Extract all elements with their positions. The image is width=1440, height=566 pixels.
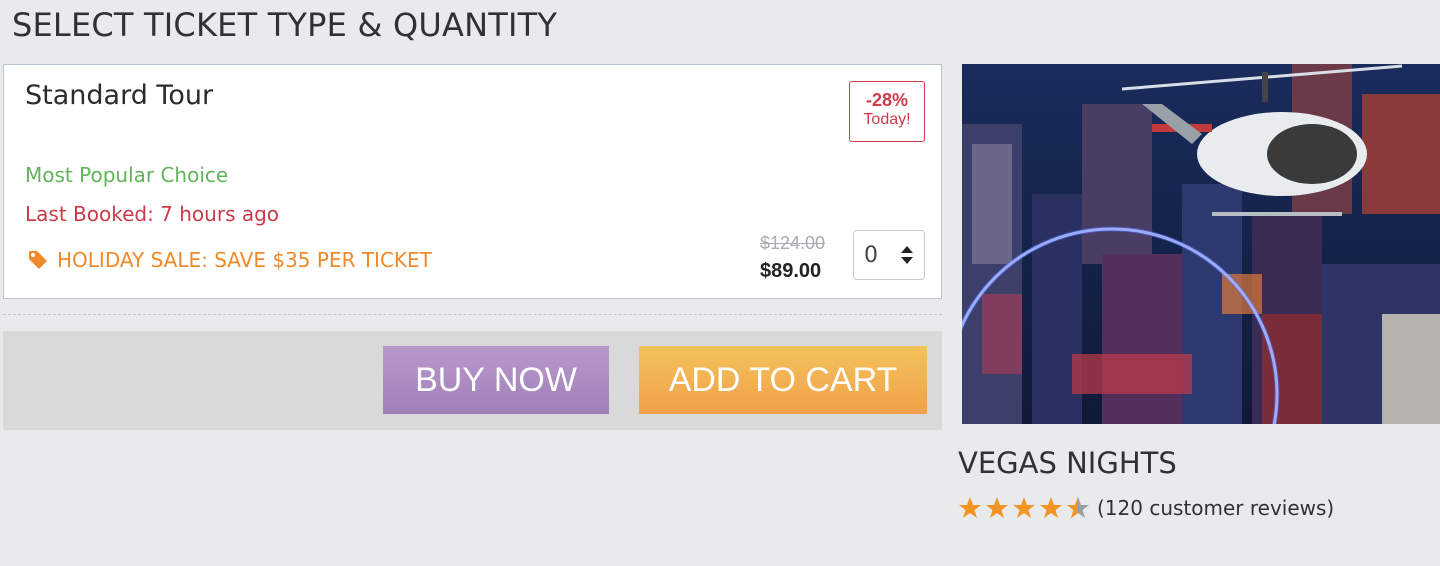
holiday-sale-label: HOLIDAY SALE: SAVE $35 PER TICKET: [28, 248, 432, 272]
star-rating: [958, 496, 1093, 520]
tour-title: VEGAS NIGHTS: [958, 446, 1177, 480]
discount-percent: -28%: [865, 90, 909, 110]
page-title: SELECT TICKET TYPE & QUANTITY: [12, 6, 558, 44]
review-count[interactable]: (120 customer reviews): [1097, 496, 1334, 520]
star-icon: [1040, 497, 1062, 518]
popular-label: Most Popular Choice: [25, 163, 229, 187]
ticket-name: Standard Tour: [25, 80, 214, 111]
tag-icon: [29, 251, 47, 269]
last-booked-label: Last Booked: 7 hours ago: [25, 202, 280, 226]
new-price: $89.00: [760, 260, 822, 282]
action-bar: BUY NOW ADD TO CART: [3, 331, 942, 430]
tour-image: [962, 64, 1440, 424]
old-price: $124.00: [760, 233, 826, 253]
sale-text: HOLIDAY SALE: SAVE $35 PER TICKET: [57, 248, 432, 272]
quantity-stepper[interactable]: 0: [853, 230, 925, 280]
vegas-helicopter-image: [962, 64, 1440, 424]
discount-label: Today!: [863, 111, 911, 128]
divider: [3, 314, 942, 315]
quantity-value[interactable]: 0: [864, 243, 878, 268]
sort-arrows-icon[interactable]: [900, 245, 914, 265]
star-icon: [959, 497, 981, 518]
add-to-cart-button[interactable]: ADD TO CART: [639, 346, 927, 414]
ticket-card: Standard Tour -28% Today! Most Popular C…: [3, 64, 942, 299]
star-icon: [1013, 497, 1035, 518]
rating: (120 customer reviews): [958, 496, 1334, 520]
star-icon: [986, 497, 1008, 518]
discount-badge: -28% Today!: [849, 81, 925, 142]
half-star-icon: [1067, 497, 1089, 518]
buy-now-button[interactable]: BUY NOW: [383, 346, 609, 414]
